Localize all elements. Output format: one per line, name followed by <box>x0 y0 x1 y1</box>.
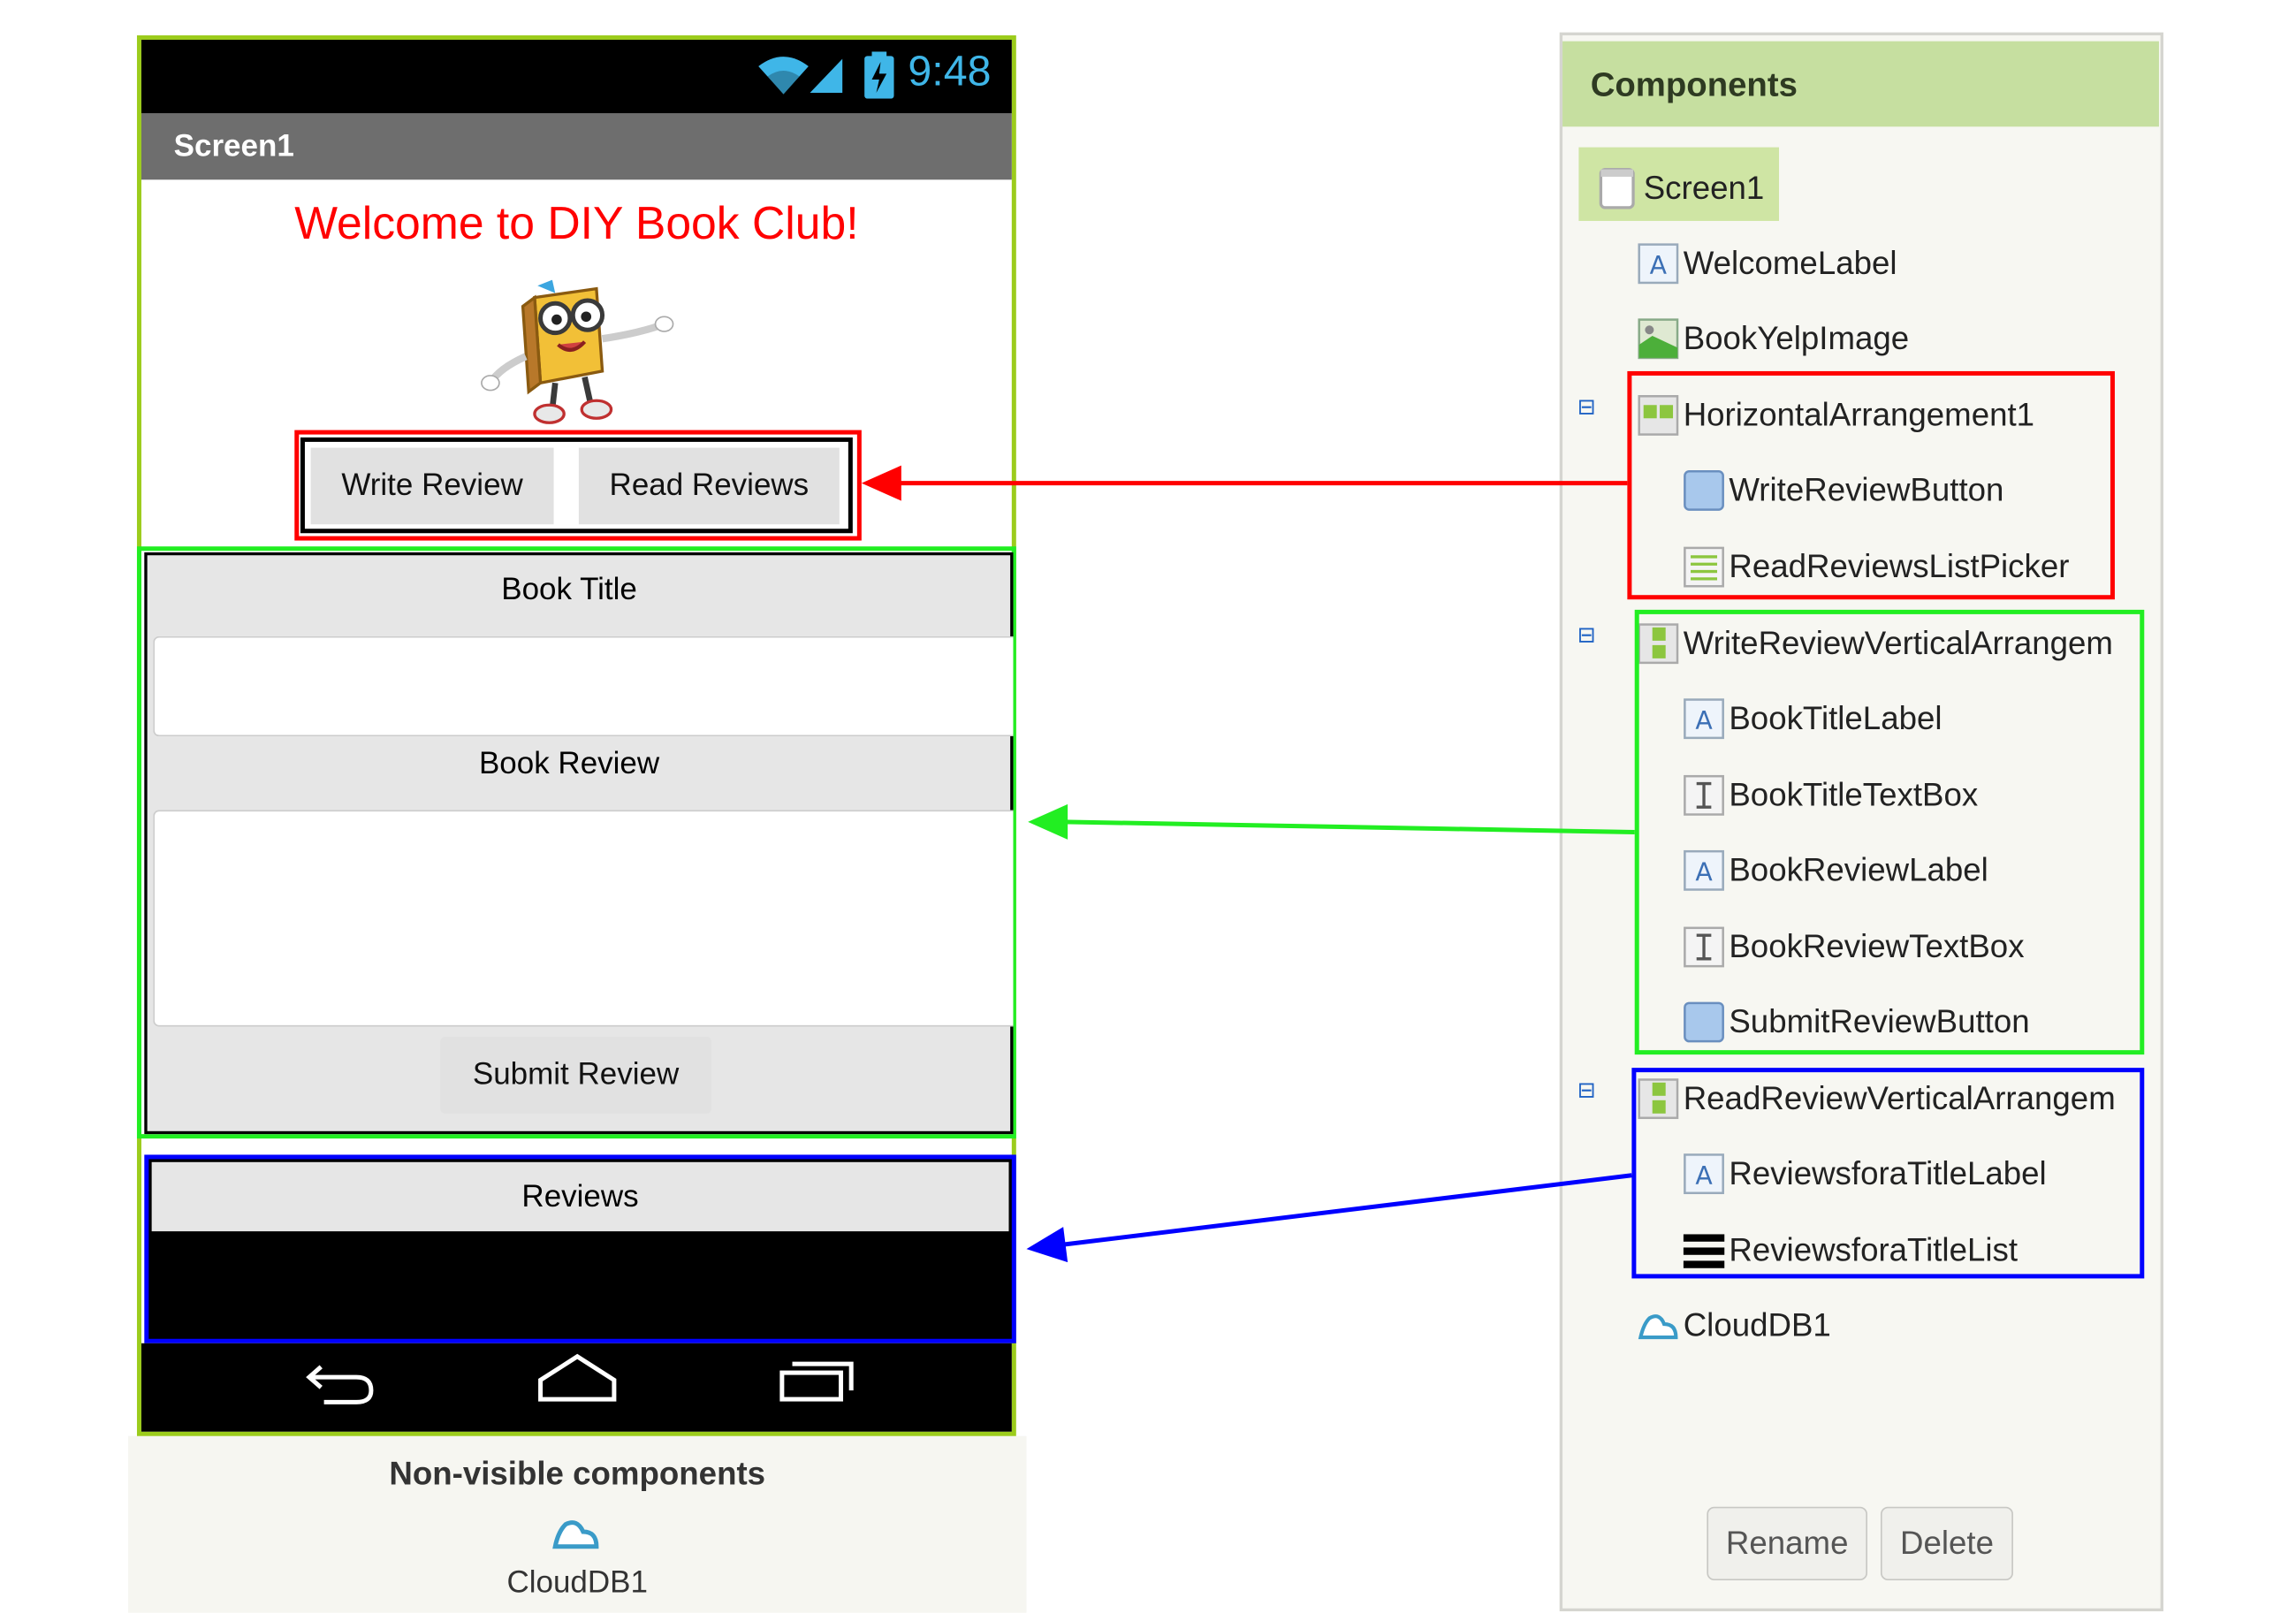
tree-item-label: CloudDB1 <box>1683 1306 1831 1343</box>
submit-review-button[interactable]: Submit Review <box>440 1037 711 1114</box>
non-visible-components-title: Non-visible components <box>389 1455 766 1493</box>
collapse-toggle-icon[interactable]: ⊟ <box>1578 1077 1604 1103</box>
tree-item-label: BookYelpImage <box>1683 319 1910 357</box>
wifi-icon <box>758 57 809 95</box>
collapse-toggle-icon[interactable]: ⊟ <box>1578 621 1604 648</box>
recent-apps-icon[interactable] <box>778 1355 857 1405</box>
status-time: 9:48 <box>908 48 992 96</box>
read-review-arrangement-highlight <box>144 1154 1016 1343</box>
tree-highlight-horizontal <box>1627 370 2115 600</box>
status-bar: 9:48 <box>141 39 1012 114</box>
book-review-label: Book Review <box>478 746 660 781</box>
tree-item-label: Screen1 <box>1643 169 1765 207</box>
tree-highlight-read-review <box>1631 1068 2145 1279</box>
svg-text:A: A <box>1650 251 1668 280</box>
cloud-icon <box>552 1520 599 1549</box>
android-nav-bar <box>141 1343 1012 1432</box>
blue-arrowhead <box>1026 1227 1068 1263</box>
rename-button[interactable]: Rename <box>1707 1506 1867 1581</box>
image-icon <box>1638 318 1679 360</box>
tree-item-label: WelcomeLabel <box>1683 244 1897 282</box>
home-icon[interactable] <box>536 1351 619 1404</box>
collapse-toggle-icon[interactable]: ⊟ <box>1578 393 1604 420</box>
battery-icon <box>864 51 894 99</box>
green-arrowhead <box>1028 803 1068 840</box>
non-visible-clouddb: CloudDB1 <box>506 1565 648 1600</box>
label-icon: A <box>1638 243 1679 285</box>
write-review-button[interactable]: Write Review <box>310 447 554 525</box>
tree-item-screen1[interactable]: Screen1 <box>1598 162 1764 215</box>
book-title-label: Book Title <box>501 573 637 607</box>
tree-highlight-write-review <box>1634 609 2145 1055</box>
read-reviews-button[interactable]: Read Reviews <box>578 447 840 525</box>
tree-item-clouddb[interactable]: CloudDB1 <box>1638 1299 1831 1352</box>
signal-icon <box>810 58 843 93</box>
blue-arrow <box>1062 1173 1632 1247</box>
book-review-textbox[interactable] <box>153 810 1014 1027</box>
welcome-label: Welcome to DIY Book Club! <box>294 197 859 249</box>
screen-title-bar: Screen1 <box>141 113 1012 180</box>
screen-icon <box>1599 167 1635 209</box>
cloud-icon <box>1638 1314 1678 1340</box>
book-mascot-image <box>481 279 674 424</box>
components-header: Components <box>1562 41 2159 127</box>
tree-item-welcome-label[interactable]: A WelcomeLabel <box>1638 237 1897 290</box>
back-icon[interactable] <box>300 1355 377 1414</box>
delete-button[interactable]: Delete <box>1880 1506 2013 1581</box>
tree-item-book-image[interactable]: BookYelpImage <box>1638 312 1909 365</box>
green-arrow <box>1063 819 1635 835</box>
book-title-textbox[interactable] <box>153 635 1014 737</box>
